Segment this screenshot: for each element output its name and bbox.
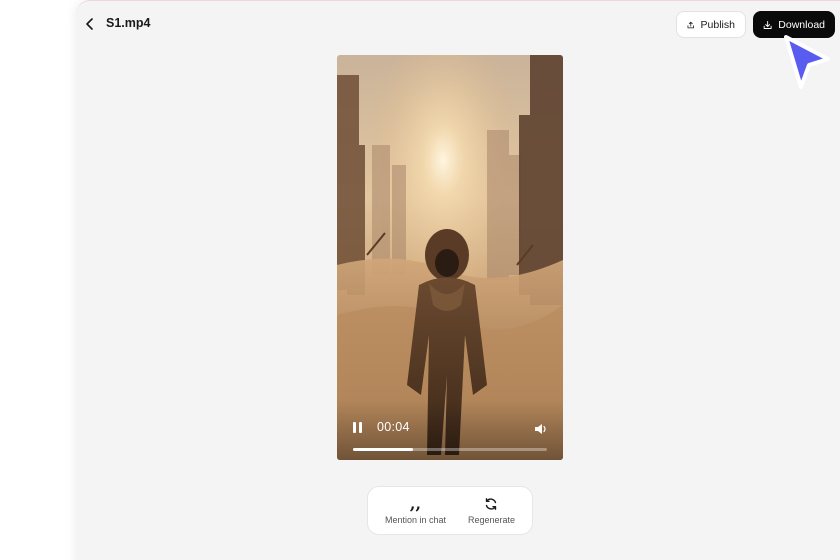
player-controls: 00:04 [337, 400, 563, 460]
chevron-left-icon [86, 18, 93, 30]
progress-fill [353, 448, 414, 451]
pause-icon-bar [359, 422, 362, 433]
current-time: 00:04 [377, 420, 410, 434]
back-button[interactable] [80, 14, 100, 34]
publish-label: Publish [700, 18, 735, 31]
regenerate-label: Regenerate [467, 514, 516, 525]
mouse-pointer-icon [784, 35, 830, 89]
publish-button[interactable]: Publish [676, 11, 746, 38]
video-player[interactable]: 00:04 [337, 55, 563, 460]
file-title: S1.mp4 [106, 16, 151, 30]
upload-icon [687, 21, 694, 28]
download-icon [763, 20, 772, 29]
action-bar: ,, Mention in chat Regenerate [367, 486, 533, 535]
mention-label: Mention in chat [384, 514, 447, 525]
mention-in-chat-button[interactable]: ,, Mention in chat [384, 493, 447, 525]
pause-button[interactable] [353, 422, 365, 434]
quote-icon: ,, [409, 493, 422, 513]
volume-button[interactable] [534, 422, 548, 434]
pause-icon-bar [353, 422, 356, 433]
refresh-icon [484, 497, 498, 511]
regenerate-button[interactable]: Regenerate [468, 497, 515, 525]
download-label: Download [778, 18, 825, 31]
volume-icon [535, 424, 546, 434]
progress-bar[interactable] [353, 448, 547, 451]
